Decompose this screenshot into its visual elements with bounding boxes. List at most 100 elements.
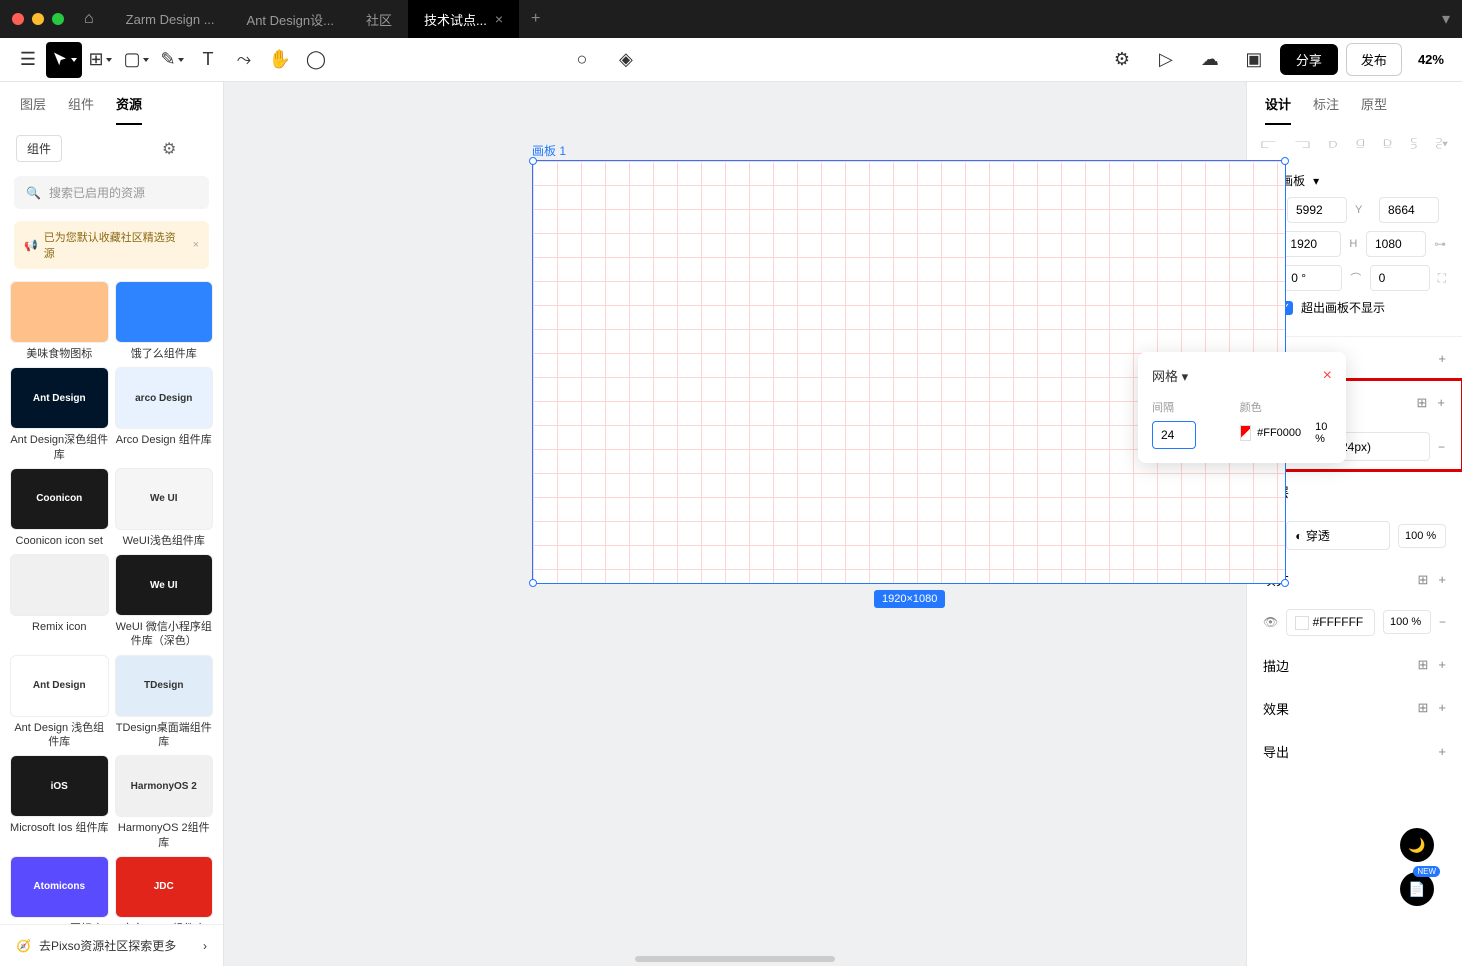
- artboard-label[interactable]: 画板 1: [532, 142, 566, 159]
- resource-item[interactable]: AtomiconsAtomicons 图标库: [10, 856, 109, 924]
- resource-search[interactable]: 🔍 搜索已启用的资源: [14, 176, 209, 209]
- resource-item[interactable]: CooniconCoonicon icon set: [10, 468, 109, 548]
- publish-button[interactable]: 发布: [1346, 43, 1402, 76]
- play-icon[interactable]: ▷: [1148, 42, 1184, 78]
- stroke-settings-icon[interactable]: ⊞: [1418, 657, 1429, 673]
- resource-item[interactable]: Remix icon: [10, 554, 109, 649]
- color-swatch[interactable]: [1240, 425, 1251, 441]
- tab-components[interactable]: 组件: [68, 94, 94, 125]
- text-tool[interactable]: T: [190, 42, 226, 78]
- settings-icon[interactable]: ⚙: [162, 139, 176, 159]
- rotation-input[interactable]: [1282, 265, 1342, 291]
- canvas-scrollbar[interactable]: [635, 956, 835, 962]
- link-icon[interactable]: ⊶: [1434, 237, 1446, 251]
- add-tab-button[interactable]: +: [519, 10, 552, 28]
- plugin-icon[interactable]: ⚙: [1104, 42, 1140, 78]
- canvas[interactable]: 画板 1 1920×1080 网格 ▾ × 间隔 颜色: [224, 82, 1246, 966]
- resource-item[interactable]: 饿了么组件库: [115, 281, 214, 361]
- resize-handle-tr[interactable]: [1281, 157, 1289, 165]
- shape-tool[interactable]: ▢: [118, 42, 154, 78]
- add-stroke-icon[interactable]: +: [1438, 657, 1446, 673]
- zoom-level[interactable]: 42%: [1410, 52, 1452, 67]
- export-section[interactable]: 导出 +: [1247, 730, 1462, 773]
- tab-ant[interactable]: Ant Design设...: [231, 0, 350, 38]
- circle-tool[interactable]: ○: [564, 42, 600, 78]
- move-tool[interactable]: [46, 42, 82, 78]
- resource-item[interactable]: We UIWeUI浅色组件库: [115, 468, 214, 548]
- h-input[interactable]: [1366, 231, 1426, 257]
- minimize-window-button[interactable]: [32, 13, 44, 25]
- component-tool[interactable]: ◈: [608, 42, 644, 78]
- effects-section[interactable]: 效果 ⊞+: [1247, 687, 1462, 730]
- share-button[interactable]: 分享: [1280, 44, 1338, 75]
- color-hex[interactable]: #FF0000: [1257, 427, 1301, 439]
- effects-settings-icon[interactable]: ⊞: [1418, 700, 1429, 716]
- pen-tool[interactable]: ✎: [154, 42, 190, 78]
- align-center-h-icon[interactable]: ⫎: [1295, 135, 1310, 152]
- docs-button[interactable]: 📄NEW: [1400, 872, 1434, 906]
- align-center-v-icon[interactable]: ⫒: [1383, 135, 1391, 152]
- close-tab-icon[interactable]: ×: [495, 11, 503, 27]
- popover-title[interactable]: 网格 ▾: [1152, 366, 1188, 385]
- grid-settings-icon[interactable]: ⊞: [1417, 395, 1428, 411]
- explore-community-link[interactable]: 🧭 去Pixso资源社区探索更多 ›: [0, 924, 223, 966]
- fill-settings-icon[interactable]: ⊞: [1418, 572, 1429, 588]
- resource-item[interactable]: JDC京东NutUI组件库: [115, 856, 214, 924]
- cloud-icon[interactable]: ☁: [1192, 42, 1228, 78]
- w-input[interactable]: [1281, 231, 1341, 257]
- title-menu-icon[interactable]: ▾: [1442, 9, 1450, 29]
- radius-input[interactable]: [1370, 265, 1430, 291]
- eye-icon[interactable]: 👁: [1263, 615, 1278, 629]
- y-input[interactable]: [1379, 197, 1439, 223]
- comment-tool[interactable]: ◯: [298, 42, 334, 78]
- close-window-button[interactable]: [12, 13, 24, 25]
- expand-icon[interactable]: ⛶: [1438, 271, 1446, 286]
- tab-annotate[interactable]: 标注: [1313, 94, 1339, 125]
- add-effect-icon[interactable]: +: [1438, 700, 1446, 716]
- layer-opacity-input[interactable]: [1398, 524, 1446, 548]
- blend-mode-select[interactable]: ◐ 穿透: [1286, 521, 1390, 550]
- tab-layers[interactable]: 图层: [20, 94, 46, 125]
- fill-opacity-input[interactable]: [1383, 610, 1431, 634]
- remove-grid-icon[interactable]: −: [1438, 440, 1445, 454]
- tab-design[interactable]: 设计: [1265, 94, 1291, 125]
- resize-handle-tl[interactable]: [529, 157, 537, 165]
- tab-zarm[interactable]: Zarm Design ...: [110, 0, 231, 38]
- align-left-icon[interactable]: ⫍: [1261, 135, 1276, 152]
- resource-item[interactable]: We UIWeUI 微信小程序组件库（深色）: [115, 554, 214, 649]
- align-top-icon[interactable]: ⫑: [1356, 135, 1364, 152]
- resize-handle-br[interactable]: [1281, 579, 1289, 587]
- resource-item[interactable]: TDesignTDesign桌面端组件库: [115, 655, 214, 750]
- x-input[interactable]: [1287, 197, 1347, 223]
- view-icon[interactable]: ▣: [1236, 42, 1272, 78]
- distribute-icon[interactable]: ⫔▾: [1436, 135, 1448, 152]
- tab-resources[interactable]: 资源: [116, 94, 142, 125]
- menu-button[interactable]: ☰: [10, 42, 46, 78]
- hand-tool[interactable]: ✋: [262, 42, 298, 78]
- tab-active[interactable]: 技术试点...×: [408, 0, 519, 38]
- home-icon[interactable]: ⌂: [84, 10, 94, 28]
- resize-handle-bl[interactable]: [529, 579, 537, 587]
- add-export-icon[interactable]: +: [1438, 744, 1446, 759]
- add-fill-icon[interactable]: +: [1438, 572, 1446, 588]
- spacing-input[interactable]: [1152, 421, 1196, 449]
- maximize-window-button[interactable]: [52, 13, 64, 25]
- notice-close-icon[interactable]: ×: [193, 239, 199, 251]
- vector-tool[interactable]: ⤳: [226, 42, 262, 78]
- stroke-section[interactable]: 描边 ⊞+: [1247, 644, 1462, 687]
- components-filter[interactable]: 组件: [16, 135, 62, 162]
- align-right-icon[interactable]: ⫐: [1329, 135, 1337, 152]
- tab-prototype[interactable]: 原型: [1361, 94, 1387, 125]
- resource-item[interactable]: iOSMicrosoft Ios 组件库: [10, 755, 109, 850]
- resource-item[interactable]: arco DesignArco Design 组件库: [115, 367, 214, 462]
- theme-toggle-button[interactable]: 🌙: [1400, 828, 1434, 862]
- frame-tool[interactable]: ⊞: [82, 42, 118, 78]
- resource-item[interactable]: HarmonyOS 2HarmonyOS 2组件库: [115, 755, 214, 850]
- tab-community[interactable]: 社区: [350, 0, 408, 38]
- remove-fill-icon[interactable]: −: [1439, 615, 1446, 629]
- add-grid-icon[interactable]: +: [1437, 395, 1445, 411]
- fill-color-input[interactable]: #FFFFFF: [1286, 609, 1375, 636]
- resource-item[interactable]: Ant DesignAnt Design 浅色组件库: [10, 655, 109, 750]
- color-opacity[interactable]: 10 %: [1315, 421, 1332, 445]
- align-bottom-icon[interactable]: ⫓: [1411, 135, 1417, 152]
